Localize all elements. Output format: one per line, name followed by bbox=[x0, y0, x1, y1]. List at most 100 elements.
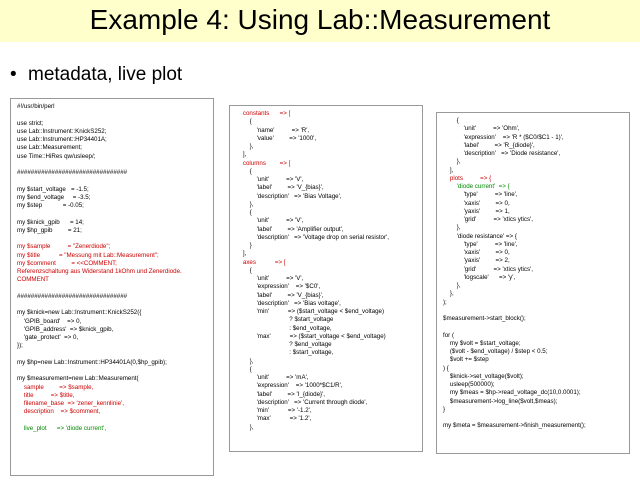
code-line: }); bbox=[17, 342, 23, 350]
code-line: ], bbox=[443, 166, 454, 174]
code-line: ], bbox=[236, 250, 247, 258]
code-line: }, bbox=[443, 282, 461, 289]
code-line: live_plot => 'diode current', bbox=[17, 424, 107, 432]
code-line: : $end_voltage, bbox=[236, 324, 332, 332]
bullet-item: • metadata, live plot bbox=[10, 64, 182, 86]
code-block: constants => [ { 'name' => 'R', 'value' … bbox=[236, 110, 416, 432]
code-line: 'unit' => 'V', bbox=[236, 176, 304, 183]
code-line: filename_base => 'zener_kennlinie', bbox=[17, 400, 124, 407]
code-line: } bbox=[443, 405, 446, 413]
code-line: constants => [ bbox=[236, 110, 291, 117]
code-line: $volt += $step bbox=[443, 356, 489, 364]
code-line: ], bbox=[236, 151, 247, 159]
code-line: my $volt = $start_voltage; bbox=[443, 339, 521, 347]
code-line: my $meta = $measurement->finish_measurem… bbox=[443, 422, 586, 430]
code-line: 'name' => 'R', bbox=[236, 126, 310, 134]
code-line: 'description' => 'Current through diode'… bbox=[236, 398, 368, 406]
code-line: 'expression' => 'R * ($C0/$C1 - 1)', bbox=[443, 133, 564, 141]
code-line: ? $end_voltage bbox=[236, 341, 332, 348]
code-line: 'yaxis' => 1, bbox=[443, 207, 510, 215]
code-line: my $step = -0.05; bbox=[17, 202, 84, 209]
code-line: ################################ bbox=[17, 169, 128, 176]
code-line: 'xaxis' => 0, bbox=[443, 199, 510, 207]
code-line: { bbox=[443, 117, 459, 124]
code-line: 'expression' => '$C0', bbox=[236, 283, 321, 291]
code-line: ); bbox=[443, 298, 447, 306]
code-line: for ( bbox=[443, 331, 455, 339]
code-block: #!/usr/bin/perluse strict;use Lab::Instr… bbox=[17, 103, 207, 433]
code-line: 'description' => 'Voltage drop on serial… bbox=[236, 233, 389, 241]
code-line: title => $title, bbox=[17, 391, 75, 399]
code-line: 'label' => 'V_{bias}', bbox=[236, 184, 324, 192]
code-panel-1: #!/usr/bin/perluse strict;use Lab::Instr… bbox=[10, 98, 214, 476]
code-line: 'value' => '1000', bbox=[236, 134, 317, 142]
code-line: my $knick=new Lab::Instrument::KnickS252… bbox=[17, 309, 142, 317]
code-line: ? $start_voltage bbox=[236, 316, 334, 324]
code-line: }, bbox=[236, 423, 254, 431]
code-line: axes => [ bbox=[236, 258, 286, 266]
code-line: { bbox=[236, 365, 252, 373]
code-line: 'yaxis' => 2, bbox=[443, 257, 510, 265]
code-line: 'type' => 'line', bbox=[443, 191, 518, 199]
code-line: $measurement->log_line($volt,$meas); bbox=[443, 397, 558, 405]
code-line: 'label' => 'V_{bias}', bbox=[236, 291, 324, 299]
code-line: }, bbox=[443, 290, 454, 298]
code-line: #!/usr/bin/perl bbox=[17, 103, 55, 110]
code-line: use Time::HiRes qw/usleep/; bbox=[17, 152, 96, 160]
code-line: 'unit' => 'V', bbox=[236, 275, 304, 282]
code-line: ($volt - $end_voltage) / $step < 0.5; bbox=[443, 348, 548, 355]
code-line: 'description' => 'Bias Voltage', bbox=[236, 192, 342, 200]
code-line: }, bbox=[236, 200, 254, 208]
code-line: }, bbox=[443, 158, 461, 166]
code-line: plots => { bbox=[443, 174, 492, 182]
code-line: 'description' => 'Bias voltage', bbox=[236, 299, 341, 307]
code-line: my $start_voltage = -1.5; bbox=[17, 185, 89, 193]
bullet-text: metadata, live plot bbox=[28, 64, 183, 85]
code-line: $knick->set_voltage($volt); bbox=[443, 372, 524, 380]
code-line: COMMENT bbox=[17, 276, 49, 284]
code-line: 'max' => '1.2', bbox=[236, 415, 312, 423]
code-line: 'type' => 'line', bbox=[443, 240, 518, 248]
code-line: 'unit' => 'mA', bbox=[236, 374, 309, 381]
code-line: ################################ bbox=[17, 292, 128, 300]
code-line: my $measurement=new Lab::Measurement( bbox=[17, 375, 139, 383]
code-panel-3: { 'unit' => 'Ohm', 'expression' => 'R * … bbox=[436, 112, 630, 454]
code-line: 'gate_protect' => 0, bbox=[17, 334, 79, 341]
code-line: my $meas = $hp->read_voltage_dc(10,0.000… bbox=[443, 389, 581, 397]
code-line: } bbox=[236, 242, 252, 249]
code-line: use Lab::Instrument::HP34401A; bbox=[17, 136, 107, 143]
code-line: 'grid' => 'xtics ytics', bbox=[443, 216, 533, 223]
code-block: { 'unit' => 'Ohm', 'expression' => 'R * … bbox=[443, 117, 623, 431]
code-line: my $hp_gpib = 21; bbox=[17, 226, 82, 234]
code-line: 'label' => 'I_{diode}', bbox=[236, 390, 325, 398]
code-line: 'grid' => 'xtics ytics', bbox=[443, 265, 533, 273]
code-line: 'label' => 'Amplifier output', bbox=[236, 225, 344, 233]
code-line: ) { bbox=[443, 364, 449, 372]
code-line: 'label' => 'R_{diode}', bbox=[443, 141, 535, 149]
code-line: $measurement->start_block(); bbox=[443, 315, 526, 322]
code-line: use strict; bbox=[17, 119, 44, 127]
code-panel-2: constants => [ { 'name' => 'R', 'value' … bbox=[229, 105, 423, 452]
code-line: { bbox=[236, 118, 252, 126]
code-line: 'expression' => '1000*$C1/R', bbox=[236, 382, 343, 390]
code-line: 'unit' => 'Ohm', bbox=[443, 125, 520, 133]
code-line: 'GPIB_address' => $knick_gpib, bbox=[17, 325, 114, 333]
code-line: 'min' => ($start_voltage < $end_voltage) bbox=[236, 308, 385, 315]
code-line: { bbox=[236, 266, 252, 274]
code-line: 'min' => '-1.2', bbox=[236, 407, 312, 414]
code-line: 'max' => ($start_voltage < $end_voltage) bbox=[236, 332, 386, 340]
code-line: my $end_voltage = -3.5; bbox=[17, 193, 91, 201]
code-line: 'logscale' => 'y', bbox=[443, 273, 516, 281]
